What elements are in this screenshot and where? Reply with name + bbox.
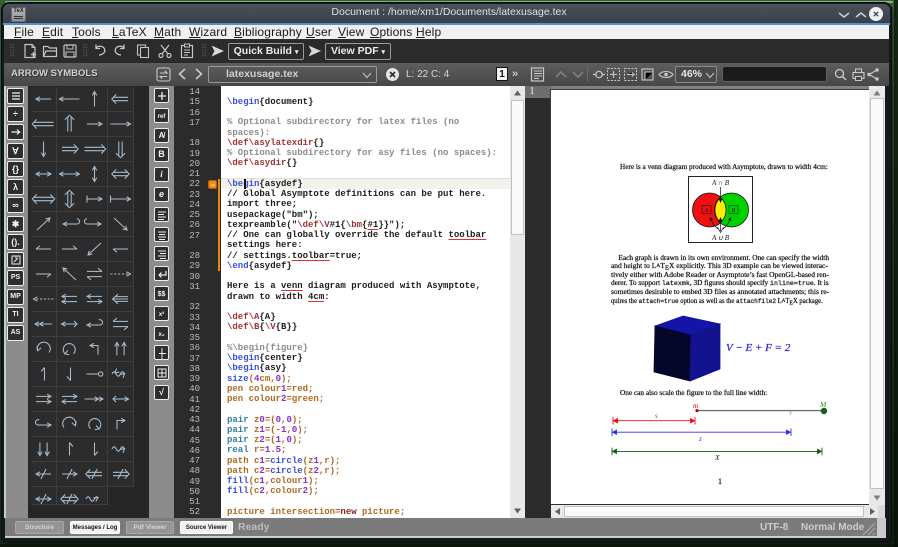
svg-text:X: X: [714, 453, 720, 462]
svg-text:B: B: [732, 208, 736, 214]
svg-text:m: m: [693, 402, 698, 410]
svg-text:A ∪ B: A ∪ B: [711, 234, 730, 242]
svg-text:A ∩ B: A ∩ B: [711, 179, 730, 187]
svg-text:z: z: [698, 435, 702, 443]
svg-text:M: M: [819, 400, 827, 409]
svg-text:s: s: [655, 412, 658, 420]
svg-text:A: A: [704, 208, 709, 214]
svg-text:x: x: [788, 410, 792, 417]
